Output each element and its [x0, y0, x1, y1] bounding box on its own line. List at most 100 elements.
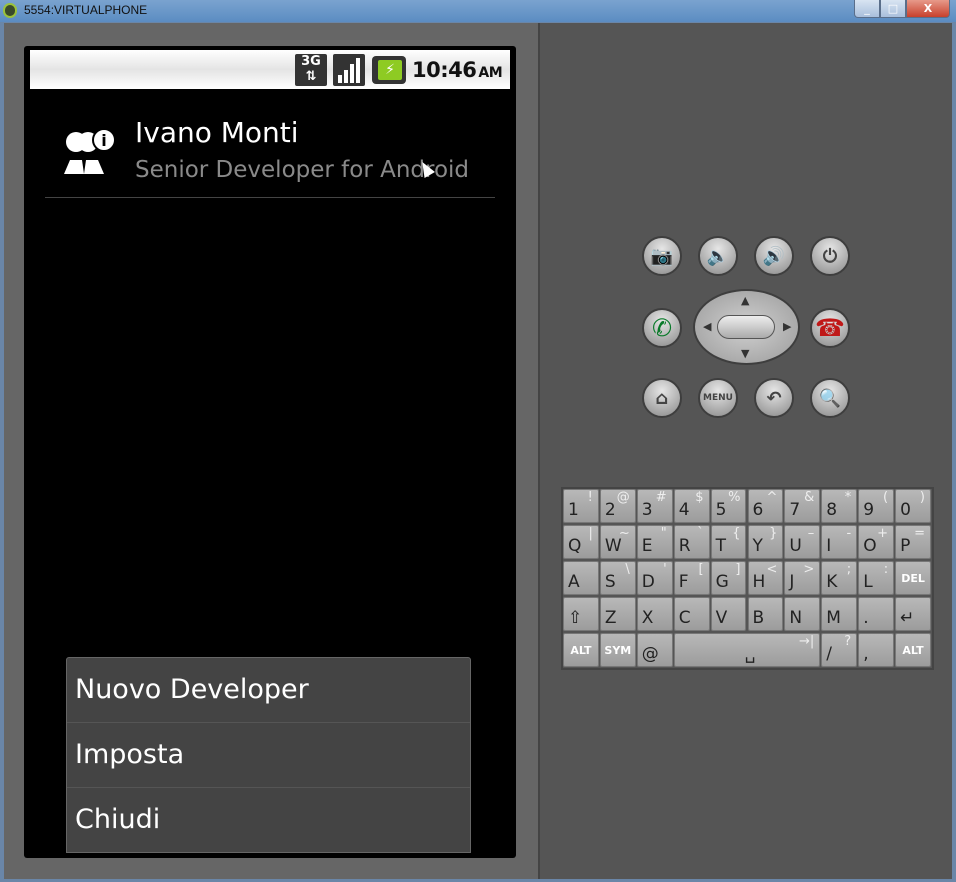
key-label: SYM: [604, 644, 632, 657]
key-[interactable]: ␣ →|: [673, 633, 821, 667]
menu-item-chiudi[interactable]: Chiudi: [67, 788, 470, 852]
controls-panel: [540, 23, 952, 879]
key-label: V: [715, 608, 728, 628]
key-x[interactable]: X: [636, 597, 673, 631]
key-[interactable]: ⇧: [563, 597, 599, 631]
key-label: ALT: [902, 644, 924, 657]
key-[interactable]: /?: [821, 633, 858, 667]
key-9[interactable]: 9(: [858, 489, 895, 523]
key-i[interactable]: I-: [821, 525, 858, 559]
key-alt-label: &: [804, 490, 815, 505]
key-label: 2: [604, 500, 616, 520]
call-button[interactable]: ✆: [642, 308, 682, 348]
dpad-left-icon[interactable]: ◀: [703, 320, 711, 333]
key-alt[interactable]: ALT: [895, 633, 931, 667]
menu-item-nuovo-developer[interactable]: Nuovo Developer: [67, 658, 470, 723]
minimize-button[interactable]: _: [854, 0, 880, 18]
key-label: 7: [789, 500, 801, 520]
volume-down-button[interactable]: 🔈: [698, 236, 738, 276]
power-button[interactable]: ⏻: [810, 236, 850, 276]
key-label: K: [826, 572, 838, 592]
key-label: X: [641, 608, 654, 628]
window-titlebar: 5554:VIRTUALPHONE _ □ X: [0, 0, 956, 22]
key-2[interactable]: 2 @: [599, 489, 636, 523]
key-o[interactable]: O +: [858, 525, 895, 559]
key-k[interactable]: K;: [821, 561, 858, 595]
maximize-button[interactable]: □: [880, 0, 906, 18]
key-[interactable]: .: [858, 597, 895, 631]
key-label: DEL: [901, 572, 925, 585]
key-alt-label: <: [766, 562, 778, 577]
key-6[interactable]: 6 ^: [747, 489, 784, 523]
dpad[interactable]: ▲ ▼ ◀ ▶: [693, 289, 800, 365]
window-title: 5554:VIRTUALPHONE: [24, 3, 148, 17]
key-alt-label: ~: [618, 526, 630, 541]
camera-button[interactable]: 📷: [642, 236, 682, 276]
key-m[interactable]: M: [821, 597, 858, 631]
key-label: 8: [826, 500, 838, 520]
key-label: Q: [568, 536, 582, 556]
dpad-center-button[interactable]: [717, 315, 775, 339]
key-h[interactable]: H <: [747, 561, 784, 595]
clock: 10:46 AM: [412, 58, 503, 82]
key-label: 6: [752, 500, 764, 520]
key-8[interactable]: 8 *: [821, 489, 858, 523]
key-[interactable]: @: [636, 633, 673, 667]
key-5[interactable]: 5%: [710, 489, 747, 523]
key-[interactable]: ↵: [895, 597, 931, 631]
key-3[interactable]: 3 #: [636, 489, 673, 523]
key-y[interactable]: Y}: [747, 525, 784, 559]
android-app-icon: [3, 3, 17, 18]
dpad-down-icon[interactable]: ▼: [741, 347, 749, 360]
key-4[interactable]: 4 $: [673, 489, 710, 523]
key-alt[interactable]: ALT: [563, 633, 599, 667]
key-r[interactable]: R `: [673, 525, 710, 559]
key-label: H: [752, 572, 766, 592]
dpad-right-icon[interactable]: ▶: [783, 320, 791, 333]
home-button[interactable]: ⌂: [642, 378, 682, 418]
phone-red-icon: ☎: [815, 314, 845, 342]
key-alt-label: !: [587, 490, 593, 505]
search-icon: 🔍: [818, 387, 842, 409]
key-e[interactable]: E ": [636, 525, 673, 559]
key-d[interactable]: D ': [636, 561, 673, 595]
key-alt-label: :: [883, 562, 889, 577]
key-j[interactable]: J >: [784, 561, 821, 595]
key-7[interactable]: 7 &: [784, 489, 821, 523]
close-button[interactable]: X: [906, 0, 950, 18]
key-label: J: [789, 572, 795, 592]
key-s[interactable]: S \: [599, 561, 636, 595]
key-q[interactable]: Q |: [563, 525, 599, 559]
volume-up-button[interactable]: 🔊: [754, 236, 794, 276]
key-u[interactable]: U –: [784, 525, 821, 559]
key-0[interactable]: 0): [895, 489, 931, 523]
key-z[interactable]: Z: [599, 597, 636, 631]
camera-icon: 📷: [650, 245, 674, 267]
key-b[interactable]: B: [747, 597, 784, 631]
key-n[interactable]: N: [784, 597, 821, 631]
key-alt-label: #: [655, 490, 667, 505]
menu-item-imposta[interactable]: Imposta: [67, 723, 470, 788]
key-v[interactable]: V: [710, 597, 747, 631]
key-del[interactable]: DEL: [895, 561, 931, 595]
key-g[interactable]: G]: [710, 561, 747, 595]
key-alt-label: %: [728, 490, 741, 505]
menu-button[interactable]: MENU: [698, 378, 738, 418]
key-alt-label: `: [697, 526, 704, 541]
end-call-button[interactable]: ☎: [810, 308, 850, 348]
key-c[interactable]: C: [673, 597, 710, 631]
key-t[interactable]: T{: [710, 525, 747, 559]
back-button[interactable]: ↶: [754, 378, 794, 418]
key-sym[interactable]: SYM: [599, 633, 636, 667]
key-[interactable]: ,: [858, 633, 895, 667]
key-l[interactable]: L:: [858, 561, 895, 595]
key-a[interactable]: A: [563, 561, 599, 595]
key-1[interactable]: 1!: [563, 489, 599, 523]
search-button[interactable]: 🔍: [810, 378, 850, 418]
key-f[interactable]: F[: [673, 561, 710, 595]
key-alt-label: \: [625, 562, 630, 577]
key-label: 3: [641, 500, 653, 520]
key-w[interactable]: W ~: [599, 525, 636, 559]
key-p[interactable]: P =: [895, 525, 931, 559]
dpad-up-icon[interactable]: ▲: [741, 294, 749, 307]
